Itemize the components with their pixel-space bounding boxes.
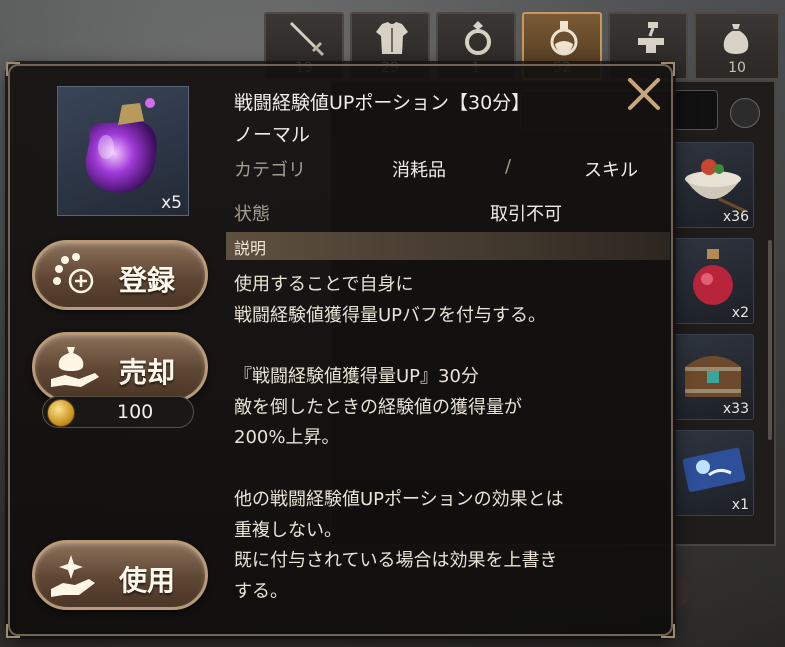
inventory-slot[interactable]: x36 [670,142,754,228]
description-line: 200%上昇。 [234,427,340,449]
use-button-label: 使用 [119,564,176,597]
description-line: 戦闘経験値獲得量UPバフを付与する。 [234,304,547,326]
inventory-slot[interactable]: x1 [670,430,754,516]
description-line [234,454,666,485]
description-line: 『戦闘経験値獲得量UP』30分 [234,366,479,388]
purple-potion-icon [85,98,157,193]
sell-button[interactable]: 売却 [32,332,208,402]
category-separator: / [505,156,512,177]
category-label: カテゴリ [234,160,306,181]
description-header: 説明 [226,232,670,260]
inventory-slot[interactable]: x33 [670,334,754,420]
category-value: 消耗品 [392,160,446,181]
item-quantity: x5 [161,193,182,213]
description-line [234,331,666,362]
register-dots-plus-icon [53,253,94,294]
frame-corner [6,624,20,638]
ring-icon [465,21,491,55]
use-sparkle-hand-icon [51,555,95,597]
register-button[interactable]: 登録 [32,240,208,310]
status-label: 状態 [234,204,270,225]
treasure-chest-icon [685,356,741,397]
status-value: 取引不可 [490,204,562,225]
slot-qty: x2 [731,305,749,321]
refresh-icon[interactable] [730,98,760,128]
frame-corner [661,624,675,638]
sell-bag-hand-icon [51,347,99,387]
description-line: 重複しない。 [234,519,342,541]
sell-price: 100 [42,396,194,428]
category-sub-value: スキル [584,160,638,181]
sell-button-label: 売却 [119,356,176,389]
crafting-anvil-icon [638,22,664,53]
red-potion-icon [693,249,733,305]
item-title: 戦闘経験値UPポーション【30分】 [234,92,531,114]
item-description: 使用することで自身に 戦闘経験値獲得量UPバフを付与する。 『戦闘経験値獲得量U… [234,270,666,608]
rice-bowl-icon [685,159,746,213]
description-line: 既に付与されている場合は効果を上書き [234,550,558,572]
armor-icon [376,22,408,54]
inventory-scrollbar[interactable] [768,240,772,440]
register-button-label: 登録 [119,264,176,297]
sell-price-value: 100 [117,401,154,423]
tab-misc[interactable]: 10 [694,12,780,80]
inventory-slot[interactable]: x2 [670,238,754,324]
slot-qty: x36 [722,209,749,225]
tab-misc-count: 10 [728,60,746,76]
slot-qty: x33 [722,401,749,417]
description-line: 他の戦闘経験値UPポーションの効果とは [234,488,564,510]
description-line: 使用することで自身に [234,274,414,295]
potion-icon [550,21,578,56]
slot-qty: x1 [731,497,749,513]
use-button[interactable]: 使用 [32,540,208,610]
item-icon-frame: x5 [57,86,189,216]
pouch-icon [723,24,749,54]
close-icon[interactable] [622,72,666,116]
sword-icon [290,22,325,57]
description-line: する。 [234,580,288,602]
description-line: 敵を倒したときの経験値の獲得量が [234,396,522,418]
gold-coin-icon [47,399,75,427]
frame-corner [6,62,20,76]
ticket-icon [682,447,746,492]
item-rarity: ノーマル [234,124,311,146]
description-header-label: 説明 [234,239,267,258]
